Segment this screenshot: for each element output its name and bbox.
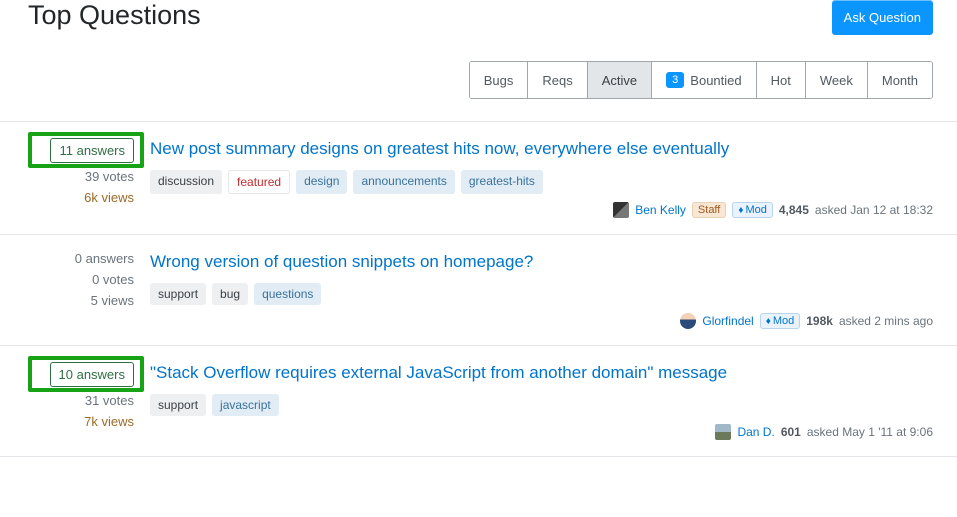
votes-count: 39 votes (0, 169, 134, 184)
tag-javascript[interactable]: javascript (212, 394, 279, 416)
tab-label: Month (882, 73, 918, 88)
tag-bug[interactable]: bug (212, 283, 248, 305)
tab-active[interactable]: Active (588, 62, 652, 98)
question-stats: 10 answers31 votes7k views (0, 362, 150, 440)
views-count: 5 views (0, 293, 134, 308)
highlight-ring (28, 132, 144, 168)
tag-list: support bug questions (150, 283, 933, 305)
user-line: Dan D. 601 asked May 1 '11 at 9:06 (150, 424, 933, 440)
tag-greatest-hits[interactable]: greatest-hits (461, 170, 543, 194)
user-reputation: 601 (781, 425, 801, 439)
views-count: 7k views (0, 414, 134, 429)
tag-support[interactable]: support (150, 394, 206, 416)
user-reputation: 198k (806, 314, 833, 328)
user-line: Glorfindel Mod 198k asked 2 mins ago (150, 313, 933, 329)
tab-label: Bugs (484, 73, 514, 88)
user-line: Ben Kelly Staff Mod 4,845 asked Jan 12 at 18… (150, 202, 933, 218)
question-title-link[interactable]: New post summary designs on greatest hit… (150, 138, 933, 160)
asked-time: asked 2 mins ago (839, 314, 933, 328)
tag-questions[interactable]: questions (254, 283, 321, 305)
tab-hot[interactable]: Hot (757, 62, 806, 98)
tag-announcements[interactable]: announcements (353, 170, 454, 194)
question-row: 11 answers39 votes6k viewsNew post summa… (0, 122, 957, 235)
tab-label: Active (602, 73, 637, 88)
page-title: Top Questions (28, 0, 201, 31)
question-content: "Stack Overflow requires external JavaSc… (150, 362, 933, 440)
answers-count: 0 answers (0, 251, 134, 266)
tab-label: Bountied (690, 73, 741, 88)
tab-bountied[interactable]: 3 Bountied (652, 62, 756, 98)
asked-time: asked May 1 '11 at 9:06 (807, 425, 933, 439)
tab-reqs[interactable]: Reqs (528, 62, 587, 98)
tag-featured[interactable]: featured (228, 170, 290, 194)
question-title-link[interactable]: Wrong version of question snippets on ho… (150, 251, 933, 273)
user-name-link[interactable]: Ben Kelly (635, 203, 686, 217)
user-reputation: 4,845 (779, 203, 809, 217)
user-name-link[interactable]: Glorfindel (702, 314, 753, 328)
tab-label: Reqs (542, 73, 572, 88)
mod-badge: Mod (732, 202, 773, 218)
tab-badge: 3 (666, 72, 684, 88)
views-count: 6k views (0, 190, 134, 205)
question-row: 10 answers31 votes7k views"Stack Overflo… (0, 346, 957, 457)
question-row: 0 answers 0 votes 5 views Wrong version of … (0, 235, 957, 346)
avatar[interactable] (680, 313, 696, 329)
question-title-link[interactable]: "Stack Overflow requires external JavaSc… (150, 362, 933, 384)
asked-time: asked Jan 12 at 18:32 (815, 203, 933, 217)
votes-count: 31 votes (0, 393, 134, 408)
ask-question-button[interactable]: Ask Question (832, 0, 933, 35)
tab-bugs[interactable]: Bugs (470, 62, 529, 98)
tag-list: discussionfeatureddesignannouncements gre… (150, 170, 933, 194)
question-content: New post summary designs on greatest hit… (150, 138, 933, 218)
tab-label: Week (820, 73, 853, 88)
tab-month[interactable]: Month (868, 62, 932, 98)
tag-design[interactable]: design (296, 170, 347, 194)
tag-support[interactable]: support (150, 283, 206, 305)
staff-badge: Staff (692, 202, 726, 218)
avatar[interactable] (715, 424, 731, 440)
tab-label: Hot (771, 73, 791, 88)
user-name-link[interactable]: Dan D. (737, 425, 774, 439)
question-stats: 11 answers39 votes6k views (0, 138, 150, 218)
question-list: 11 answers39 votes6k viewsNew post summa… (0, 121, 957, 457)
votes-count: 0 votes (0, 272, 134, 287)
tab-week[interactable]: Week (806, 62, 868, 98)
highlight-ring (28, 356, 144, 392)
tag-discussion[interactable]: discussion (150, 170, 222, 194)
mod-badge: Mod (760, 313, 801, 329)
avatar[interactable] (613, 202, 629, 218)
filter-tabs: Bugs Reqs Active 3 Bountied Hot Week Month (469, 61, 933, 99)
question-stats: 0 answers 0 votes 5 views (0, 251, 150, 329)
question-content: Wrong version of question snippets on ho… (150, 251, 933, 329)
tag-list: support javascript (150, 394, 933, 416)
